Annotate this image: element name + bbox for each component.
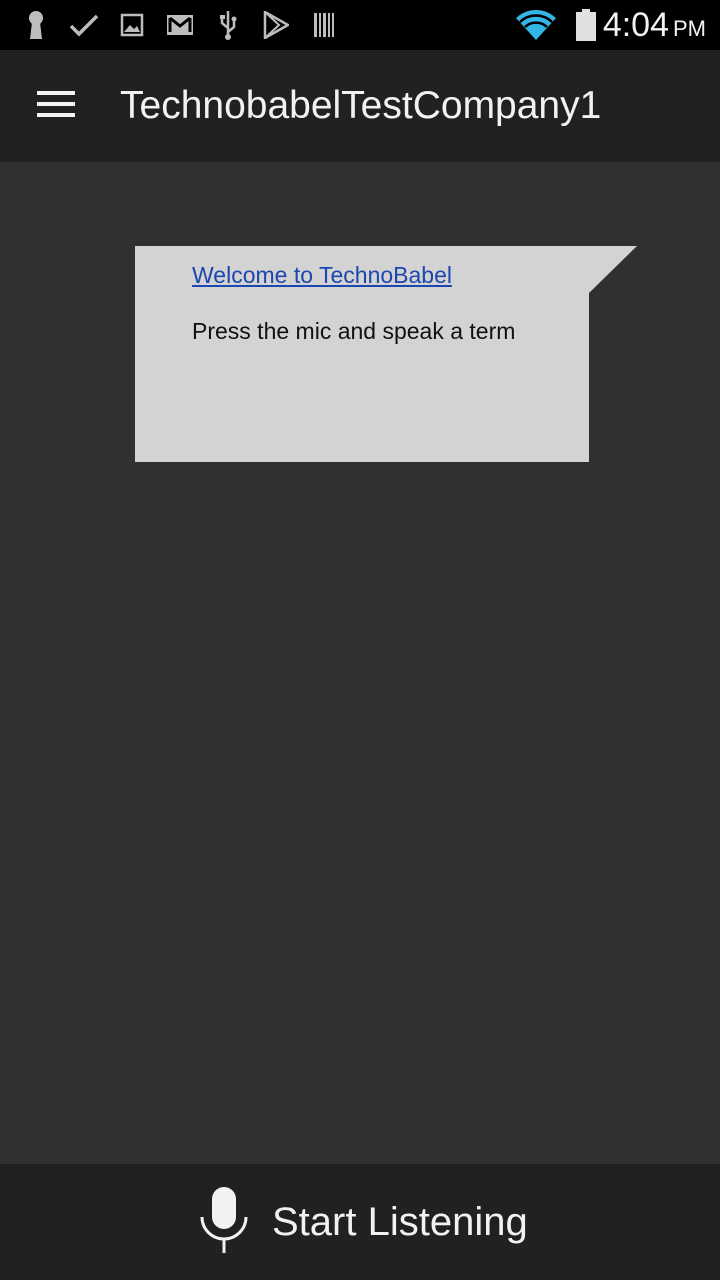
clock-time: 4:04 [602,6,669,44]
battery-icon [570,9,602,41]
barcode-icon [308,9,340,41]
app-bar: TechnobabelTestCompany1 [0,50,720,162]
hamburger-menu-icon [37,90,75,123]
microphone-icon [196,1185,252,1260]
clock-ampm: PM [673,16,706,41]
menu-button[interactable] [24,80,88,132]
keyhole-icon [20,9,52,41]
message-card: Welcome to TechnoBabel Press the mic and… [135,246,637,462]
usb-icon [212,9,244,41]
start-listening-button[interactable]: Start Listening [196,1178,546,1266]
image-icon [116,9,148,41]
check-icon [68,9,100,41]
instruction-text: Press the mic and speak a term [192,318,516,344]
bottom-bar: Start Listening [0,1164,720,1280]
play-store-icon [260,9,292,41]
status-bar: 4:04 PM [0,0,720,50]
app-screen: 4:04 PM TechnobabelTestCompany1 Welcome … [0,0,720,1280]
welcome-link[interactable]: Welcome to TechnoBabel [192,262,452,289]
gmail-icon [164,9,196,41]
app-title: TechnobabelTestCompany1 [120,84,602,127]
wifi-icon [514,9,558,41]
status-clock: 4:04 PM [603,4,706,46]
start-listening-label: Start Listening [272,1199,528,1244]
